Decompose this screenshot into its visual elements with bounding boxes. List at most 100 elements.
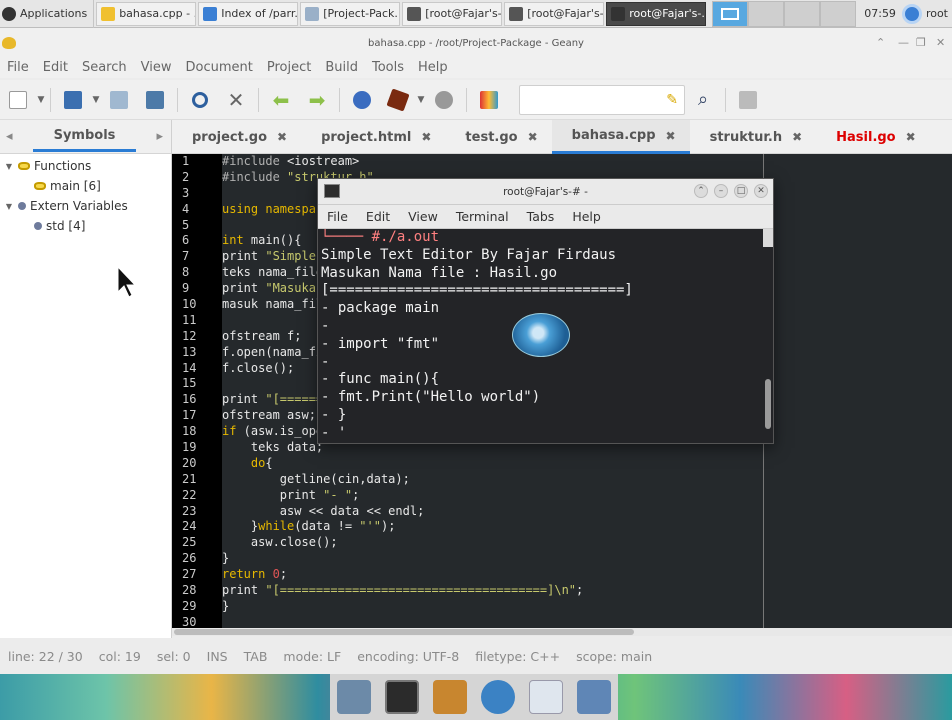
save-button[interactable] bbox=[104, 85, 134, 115]
code-line[interactable]: } bbox=[222, 551, 952, 567]
applications-menu[interactable]: Applications bbox=[0, 0, 95, 28]
code-line[interactable]: getline(cin,data); bbox=[222, 472, 952, 488]
close-tab-icon[interactable]: ✖ bbox=[421, 130, 431, 144]
save-all-button[interactable] bbox=[140, 85, 170, 115]
scrollbar-thumb[interactable] bbox=[174, 629, 634, 635]
taskbar-task[interactable]: root@Fajar's-... bbox=[606, 1, 707, 26]
show-desktop-icon[interactable] bbox=[337, 680, 371, 714]
terminal-window[interactable]: root@Fajar's-# - ⌃ – □ ✕ File Edit View Ter… bbox=[317, 178, 774, 444]
terminal-menu-file[interactable]: File bbox=[318, 209, 357, 224]
menu-document[interactable]: Document bbox=[178, 58, 259, 78]
window-up-icon[interactable]: ⌃ bbox=[876, 36, 885, 49]
taskbar-task[interactable]: [Project-Pack... bbox=[300, 1, 401, 26]
reload-button[interactable] bbox=[185, 85, 215, 115]
editor-tab[interactable]: bahasa.cpp ✖ bbox=[551, 120, 690, 154]
editor-tab[interactable]: project.html ✖ bbox=[301, 120, 445, 154]
tree-item[interactable]: std [4] bbox=[0, 216, 171, 236]
terminal-close-button[interactable]: ✕ bbox=[754, 184, 768, 198]
build-dropdown-icon[interactable]: ▼ bbox=[416, 95, 426, 105]
terminal-menu-edit[interactable]: Edit bbox=[357, 209, 399, 224]
close-tab-icon[interactable]: ✖ bbox=[666, 129, 676, 143]
workspace-2[interactable] bbox=[748, 0, 785, 27]
terminal-maximize-button[interactable]: □ bbox=[734, 184, 748, 198]
search-input[interactable]: ✎ bbox=[519, 84, 685, 115]
menu-help[interactable]: Help bbox=[411, 58, 455, 78]
tree-item[interactable]: ▼ Functions bbox=[0, 156, 171, 176]
editor-tab[interactable]: struktur.h ✖ bbox=[690, 120, 817, 154]
editor-tab[interactable]: Hasil.go ✖ bbox=[816, 120, 930, 154]
code-line[interactable]: do{ bbox=[222, 456, 952, 472]
code-line[interactable]: }while(data != "'"); bbox=[222, 519, 952, 535]
compile-button[interactable] bbox=[347, 85, 377, 115]
code-line[interactable]: print "- "; bbox=[222, 488, 952, 504]
terminal-up-button[interactable]: ⌃ bbox=[694, 184, 708, 198]
horizontal-scrollbar[interactable] bbox=[172, 628, 952, 636]
terminal-minimize-button[interactable]: – bbox=[714, 184, 728, 198]
code-line[interactable]: #include <iostream> bbox=[222, 154, 952, 170]
terminal-menu-terminal[interactable]: Terminal bbox=[447, 209, 518, 224]
menu-project[interactable]: Project bbox=[260, 58, 318, 78]
sidebar-prev-icon[interactable]: ◂ bbox=[0, 129, 13, 144]
close-tab-icon[interactable]: ✖ bbox=[528, 130, 538, 144]
sidebar-next-icon[interactable]: ▸ bbox=[156, 129, 171, 144]
close-tab-icon[interactable]: ✖ bbox=[906, 130, 916, 144]
terminal-menu-view[interactable]: View bbox=[399, 209, 447, 224]
workspace-4[interactable] bbox=[820, 0, 857, 27]
tree-item[interactable]: main [6] bbox=[0, 176, 171, 196]
taskbar-task[interactable]: bahasa.cpp - ... bbox=[96, 1, 197, 26]
folder-icon[interactable] bbox=[577, 680, 611, 714]
menu-edit[interactable]: Edit bbox=[36, 58, 75, 78]
expander-icon[interactable]: ▼ bbox=[4, 162, 14, 171]
expander-icon[interactable]: ▼ bbox=[4, 202, 14, 211]
web-browser-icon[interactable] bbox=[481, 680, 515, 714]
new-dropdown-icon[interactable]: ▼ bbox=[36, 95, 46, 105]
new-file-button[interactable] bbox=[3, 85, 33, 115]
maximize-button[interactable]: ❐ bbox=[916, 36, 926, 49]
terminal-scrollbar-thumb[interactable] bbox=[765, 379, 771, 429]
tree-item[interactable]: ▼ Extern Variables bbox=[0, 196, 171, 216]
menu-search[interactable]: Search bbox=[75, 58, 134, 78]
terminal-scrollbar[interactable] bbox=[763, 229, 773, 429]
find-button[interactable]: ⌕ bbox=[688, 85, 718, 115]
quit-button[interactable] bbox=[733, 85, 763, 115]
file-manager-icon[interactable] bbox=[433, 680, 467, 714]
user-menu[interactable]: root bbox=[901, 3, 952, 24]
code-line[interactable]: return 0; bbox=[222, 567, 952, 583]
terminal-launcher-icon[interactable] bbox=[385, 680, 419, 714]
workspace-1[interactable] bbox=[712, 0, 749, 27]
workspace-switcher[interactable] bbox=[712, 0, 857, 27]
code-line[interactable]: asw.close(); bbox=[222, 535, 952, 551]
minimize-button[interactable]: — bbox=[898, 36, 909, 49]
terminal-menu-help[interactable]: Help bbox=[563, 209, 610, 224]
open-dropdown-icon[interactable]: ▼ bbox=[91, 95, 101, 105]
back-button[interactable]: ⬅ bbox=[266, 85, 296, 115]
terminal-menu-tabs[interactable]: Tabs bbox=[518, 209, 564, 224]
taskbar-task[interactable]: [root@Fajar's-... bbox=[504, 1, 605, 26]
menu-view[interactable]: View bbox=[134, 58, 179, 78]
menu-build[interactable]: Build bbox=[318, 58, 365, 78]
open-file-button[interactable] bbox=[58, 85, 88, 115]
clock[interactable]: 07:59 bbox=[858, 7, 902, 20]
code-line[interactable]: asw << data << endl; bbox=[222, 504, 952, 520]
close-tab-icon[interactable]: ✖ bbox=[277, 130, 287, 144]
build-button[interactable] bbox=[383, 85, 413, 115]
taskbar-task[interactable]: [root@Fajar's-... bbox=[402, 1, 503, 26]
clear-search-icon[interactable]: ✎ bbox=[666, 92, 678, 108]
code-line[interactable] bbox=[222, 615, 952, 628]
taskbar-task[interactable]: Index of /parr... bbox=[198, 1, 299, 26]
menu-tools[interactable]: Tools bbox=[365, 58, 411, 78]
close-tab-icon[interactable]: ✖ bbox=[792, 130, 802, 144]
workspace-3[interactable] bbox=[784, 0, 821, 27]
code-line[interactable]: } bbox=[222, 599, 952, 615]
execute-button[interactable] bbox=[429, 85, 459, 115]
close-file-button[interactable]: ✕ bbox=[221, 85, 251, 115]
tab-symbols[interactable]: Symbols bbox=[32, 122, 137, 152]
app-finder-icon[interactable] bbox=[529, 680, 563, 714]
forward-button[interactable]: ➡ bbox=[302, 85, 332, 115]
close-button[interactable]: ✕ bbox=[936, 36, 945, 49]
menu-file[interactable]: File bbox=[0, 58, 36, 78]
color-chooser-button[interactable] bbox=[474, 85, 504, 115]
code-line[interactable]: print "[================================… bbox=[222, 583, 952, 599]
editor-tab[interactable]: test.go ✖ bbox=[445, 120, 551, 154]
editor-tab[interactable]: project.go ✖ bbox=[172, 120, 301, 154]
